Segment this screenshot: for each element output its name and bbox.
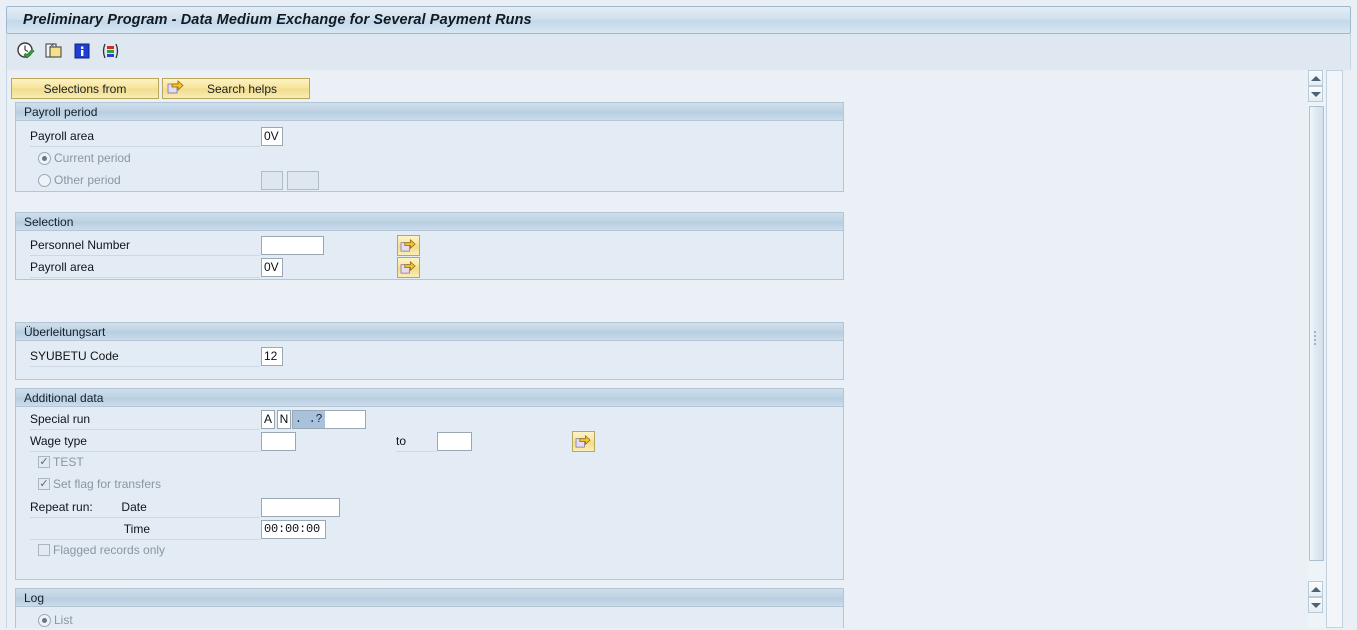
multi-select-wage-type-button[interactable]: [572, 431, 595, 452]
input-wage-type-to[interactable]: [437, 432, 472, 451]
toolbar-icon-group: [15, 40, 121, 62]
input-repeat-run-date[interactable]: [261, 498, 340, 517]
group-selection: Selection Personnel Number Payroll area …: [15, 212, 844, 280]
arrow-right-icon: [400, 239, 416, 252]
label-payroll-area: Payroll area: [30, 125, 260, 147]
sap-selection-screen: Preliminary Program - Data Medium Exchan…: [0, 0, 1357, 630]
input-special-run-date-remainder: [324, 411, 365, 428]
radio-button-icon: [38, 151, 51, 165]
checkbox-icon: [38, 544, 50, 556]
triangle-down-icon: [1310, 602, 1321, 608]
information-icon[interactable]: [71, 40, 93, 62]
group-log: Log List: [15, 588, 844, 628]
group-uberleitungsart: Überleitungsart SYUBETU Code 12: [15, 322, 844, 380]
window-title-bar: Preliminary Program - Data Medium Exchan…: [6, 6, 1351, 34]
inner-vertical-scrollbar[interactable]: [1308, 70, 1325, 628]
group-selection-title: Selection: [16, 213, 843, 231]
label-personnel-number: Personnel Number: [30, 234, 260, 256]
input-special-run-date-selection: . .?: [293, 411, 325, 428]
radio-log-list[interactable]: List: [38, 611, 73, 628]
group-payroll-period: Payroll period Payroll area 0V Current p…: [15, 102, 844, 192]
label-special-run: Special run: [30, 408, 260, 430]
scroll-up-button-inner[interactable]: [1308, 70, 1323, 86]
checkbox-set-flag-for-transfers-label: Set flag for transfers: [53, 477, 162, 491]
checkbox-flagged-records-only-label: Flagged records only: [53, 543, 166, 557]
scroll-down-button-inner[interactable]: [1308, 86, 1323, 102]
input-personnel-number[interactable]: [261, 236, 324, 255]
arrow-right-icon: [167, 79, 185, 98]
input-special-run-date[interactable]: . .?: [292, 410, 366, 429]
copy-document-icon[interactable]: [43, 40, 65, 62]
input-payroll-area[interactable]: 0V: [261, 127, 283, 146]
input-repeat-run-time[interactable]: 00:00:00: [261, 520, 326, 539]
input-special-run-a[interactable]: A: [261, 410, 275, 429]
group-uberleitungsart-title: Überleitungsart: [16, 323, 843, 341]
checkbox-test-label: TEST: [53, 455, 84, 469]
application-toolbar: © www.tutorialkart.com: [6, 34, 1351, 97]
label-selection-payroll-area: Payroll area: [30, 256, 260, 278]
group-payroll-period-title: Payroll period: [16, 103, 843, 121]
multiple-selection-bars-icon[interactable]: [99, 40, 121, 62]
triangle-down-icon: [1310, 91, 1321, 97]
execute-clock-check-icon[interactable]: [15, 40, 37, 62]
selections-from-button[interactable]: Selections from: [11, 78, 159, 99]
triangle-up-icon: [1310, 75, 1321, 81]
radio-current-period[interactable]: Current period: [38, 149, 131, 167]
scrollbar-grip-icon: [1313, 330, 1320, 345]
multi-select-payroll-area-button[interactable]: [397, 257, 420, 278]
input-other-period-2[interactable]: [287, 171, 319, 190]
radio-other-period[interactable]: Other period: [38, 171, 121, 189]
label-repeat-run-time: Time: [30, 518, 260, 540]
checkbox-icon: ✓: [38, 478, 50, 490]
radio-log-list-label: List: [54, 613, 73, 627]
radio-current-period-label: Current period: [54, 151, 131, 165]
checkbox-set-flag-for-transfers[interactable]: ✓ Set flag for transfers: [38, 475, 161, 493]
label-repeat-run: Repeat run:: [30, 500, 93, 514]
label-wage-type: Wage type: [30, 430, 260, 452]
arrow-right-icon: [400, 261, 416, 274]
radio-button-icon: [38, 173, 51, 187]
checkbox-icon: ✓: [38, 456, 50, 468]
scroll-up-button-inner-bottom[interactable]: [1308, 581, 1323, 597]
input-special-run-n[interactable]: N: [277, 410, 291, 429]
label-syubetu-code: SYUBETU Code: [30, 345, 260, 367]
input-syubetu-code[interactable]: 12: [261, 347, 283, 366]
multi-select-personnel-number-button[interactable]: [397, 235, 420, 256]
selection-screen-content: Selections from Search helps Payroll per…: [6, 70, 1326, 628]
scrollbar-thumb-inner[interactable]: [1309, 106, 1324, 561]
input-selection-payroll-area[interactable]: 0V: [261, 258, 283, 277]
group-additional-data: Additional data Special run A N . .? Wag…: [15, 388, 844, 580]
selection-toolbar: Selections from Search helps: [11, 78, 310, 99]
checkbox-test[interactable]: ✓ TEST: [38, 453, 84, 471]
label-date: Date: [121, 500, 147, 514]
scroll-down-button-inner-bottom[interactable]: [1308, 597, 1323, 613]
label-repeat-run-date: Repeat run: Date: [30, 496, 260, 518]
search-helps-button[interactable]: Search helps: [162, 78, 310, 99]
radio-other-period-label: Other period: [54, 173, 121, 187]
page-title: Preliminary Program - Data Medium Exchan…: [23, 12, 532, 28]
window-vertical-scrollbar[interactable]: [1326, 70, 1343, 628]
triangle-up-icon: [1310, 586, 1321, 592]
input-other-period-1[interactable]: [261, 171, 283, 190]
radio-button-icon: [38, 613, 51, 627]
label-wage-type-to: to: [396, 430, 436, 452]
checkbox-flagged-records-only[interactable]: Flagged records only: [38, 541, 165, 559]
group-additional-data-title: Additional data: [16, 389, 843, 407]
group-log-title: Log: [16, 589, 843, 607]
input-wage-type-from[interactable]: [261, 432, 296, 451]
arrow-right-icon: [575, 435, 591, 448]
search-helps-label: Search helps: [206, 81, 278, 96]
